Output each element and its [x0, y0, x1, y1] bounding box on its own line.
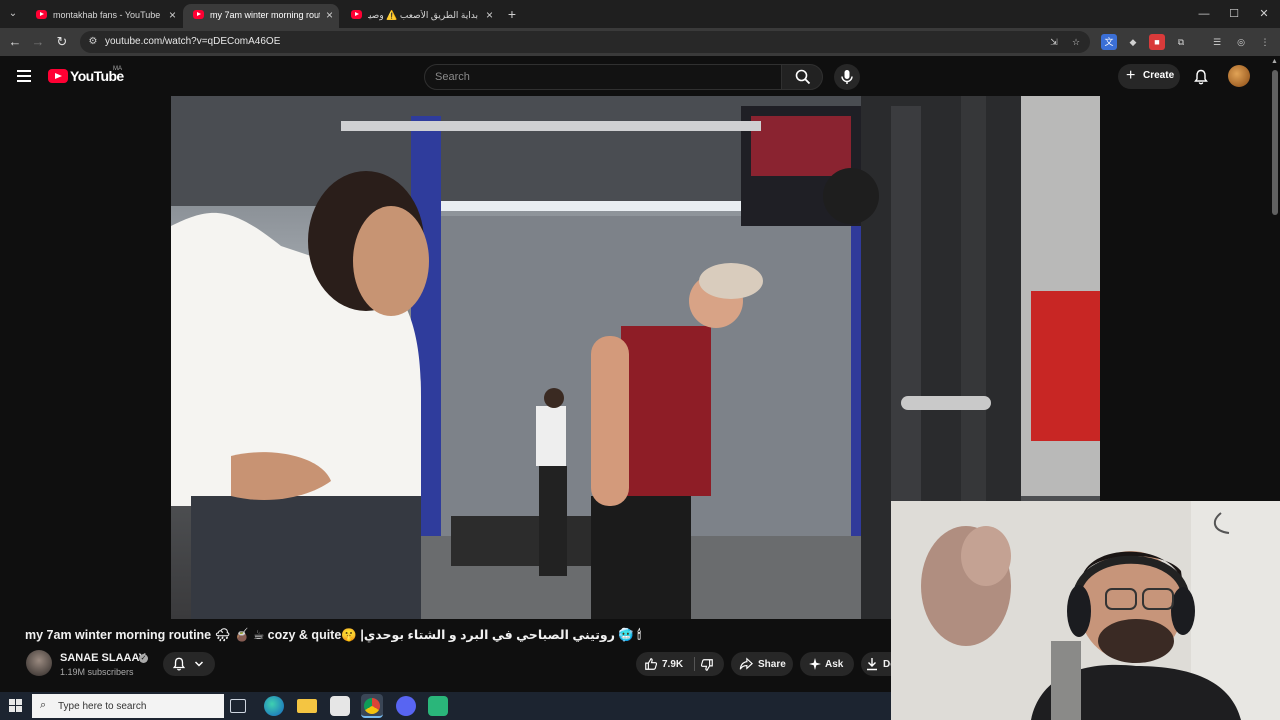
download-icon	[867, 658, 877, 671]
app-green-icon[interactable]	[428, 696, 448, 716]
create-button[interactable]: + Create	[1118, 64, 1180, 89]
ask-label: Ask	[825, 659, 844, 670]
tab-close-icon[interactable]: ×	[486, 8, 493, 22]
extension-red-icon[interactable]: ■	[1149, 34, 1165, 50]
tab-title: بداية الطريق الأصعب ⚠️ وصيات	[368, 10, 478, 20]
forward-arrow-icon[interactable]: →	[29, 33, 47, 51]
channel-name[interactable]: SANAE SLAAAY	[60, 652, 146, 664]
reload-icon[interactable]: ↻	[53, 33, 71, 51]
youtube-logo-icon[interactable]	[48, 69, 68, 83]
discord-icon[interactable]	[396, 696, 416, 716]
file-explorer-icon[interactable]	[297, 699, 317, 713]
tab-bidayat-altariq[interactable]: بداية الطريق الأصعب ⚠️ وصيات ×	[341, 4, 499, 28]
youtube-favicon-icon	[193, 10, 204, 19]
site-info-icon[interactable]: ⚙	[86, 35, 100, 49]
translate-extension-icon[interactable]: 文	[1101, 34, 1117, 50]
close-window-button[interactable]: ✕	[1256, 6, 1272, 22]
microphone-icon	[841, 70, 853, 84]
taskbar-search-placeholder: Type here to search	[58, 701, 147, 712]
search-input[interactable]: Search	[424, 64, 782, 90]
install-app-icon[interactable]: ⇲	[1046, 34, 1062, 50]
microsoft-store-icon[interactable]	[330, 696, 350, 716]
edge-browser-icon[interactable]	[264, 696, 284, 716]
like-dislike-group: 7.9K	[636, 652, 724, 676]
new-tab-plus-icon[interactable]: +	[503, 5, 521, 23]
chrome-icon	[364, 698, 380, 714]
youtube-header: YouTube MA Search + Create	[0, 56, 1280, 96]
task-view-icon[interactable]	[230, 699, 246, 713]
tab-search-chevron-icon[interactable]: ⌄	[4, 5, 22, 23]
plus-icon: +	[1126, 67, 1136, 84]
magnifier-icon: ⌕	[40, 699, 47, 711]
extension-diamond-icon[interactable]: ◆	[1125, 34, 1141, 50]
bookmark-star-icon[interactable]: ☆	[1068, 34, 1084, 50]
tab-montakhab-fans[interactable]: montakhab fans - YouTube ×	[26, 4, 182, 28]
hamburger-menu-icon[interactable]	[17, 70, 31, 82]
maximize-window-button[interactable]: ☐	[1226, 6, 1242, 22]
browser-toolbar: ← → ↻ ⚙ youtube.com/watch?v=qDEComA46OE …	[0, 28, 1280, 56]
webcam-overlay	[891, 501, 1280, 720]
voice-search-button[interactable]	[834, 64, 860, 90]
minimize-window-button[interactable]: —	[1196, 6, 1212, 22]
share-arrow-icon	[739, 657, 753, 670]
search-icon	[795, 69, 811, 85]
verified-badge-icon: ✓	[139, 654, 148, 663]
webcam-person-image	[891, 501, 1280, 720]
tab-title: my 7am winter morning routine	[210, 10, 320, 20]
sparkle-icon	[809, 658, 821, 670]
browser-menu-icon[interactable]: ⋮	[1257, 34, 1273, 50]
ask-button[interactable]: Ask	[800, 652, 854, 676]
chrome-browser-taskbar-button[interactable]	[361, 694, 383, 718]
share-button[interactable]: Share	[731, 652, 793, 676]
taskbar-search-box[interactable]: ⌕ Type here to search	[32, 694, 224, 718]
windows-start-icon[interactable]	[9, 699, 22, 712]
profile-icon[interactable]: ◎	[1233, 34, 1249, 50]
share-label: Share	[758, 659, 786, 670]
url-text[interactable]: youtube.com/watch?v=qDEComA46OE	[105, 36, 280, 47]
thumbs-up-icon[interactable]	[644, 657, 658, 671]
notifications-bell-icon[interactable]	[1193, 69, 1209, 85]
bell-icon	[172, 657, 186, 671]
search-button[interactable]	[781, 64, 823, 90]
tab-title: montakhab fans - YouTube	[53, 10, 161, 20]
youtube-favicon-icon	[351, 10, 362, 19]
pill-divider	[694, 657, 695, 671]
video-title: my 7am winter morning routine 🌧 🧉 ☕ cozy…	[25, 628, 641, 642]
windows-taskbar: ⌕ Type here to search	[0, 692, 891, 720]
tab-my-7am-winter-morning-routine[interactable]: my 7am winter morning routine ×	[183, 4, 339, 28]
subscription-notifications-button[interactable]	[163, 652, 215, 676]
country-code: MA	[113, 66, 122, 72]
tab-close-icon[interactable]: ×	[169, 8, 176, 22]
search-placeholder: Search	[435, 71, 470, 83]
create-label: Create	[1143, 70, 1175, 81]
download-label: Download	[883, 659, 891, 670]
scroll-up-arrow-icon[interactable]: ▲	[1271, 58, 1278, 65]
youtube-favicon-icon	[36, 10, 47, 19]
tab-search-icon[interactable]: ☰	[1209, 34, 1225, 50]
download-button[interactable]: Download	[861, 652, 891, 676]
thumbs-down-icon[interactable]	[700, 658, 714, 672]
scrollbar-thumb[interactable]	[1272, 70, 1278, 215]
like-count[interactable]: 7.9K	[662, 659, 683, 670]
chevron-down-icon	[194, 661, 204, 667]
account-avatar[interactable]	[1228, 65, 1250, 87]
extensions-puzzle-icon[interactable]: ⧉	[1173, 34, 1189, 50]
back-arrow-icon[interactable]: ←	[6, 33, 24, 51]
address-bar[interactable]: ⚙ youtube.com/watch?v=qDEComA46OE	[80, 31, 1090, 53]
subscriber-count: 1.19M subscribers	[60, 667, 134, 677]
page-scrollbar[interactable]: ▲	[1270, 56, 1280, 501]
channel-avatar[interactable]	[26, 650, 52, 676]
browser-tab-bar: ⌄ montakhab fans - YouTube × my 7am wint…	[0, 0, 1280, 28]
tab-close-icon[interactable]: ×	[326, 8, 333, 22]
